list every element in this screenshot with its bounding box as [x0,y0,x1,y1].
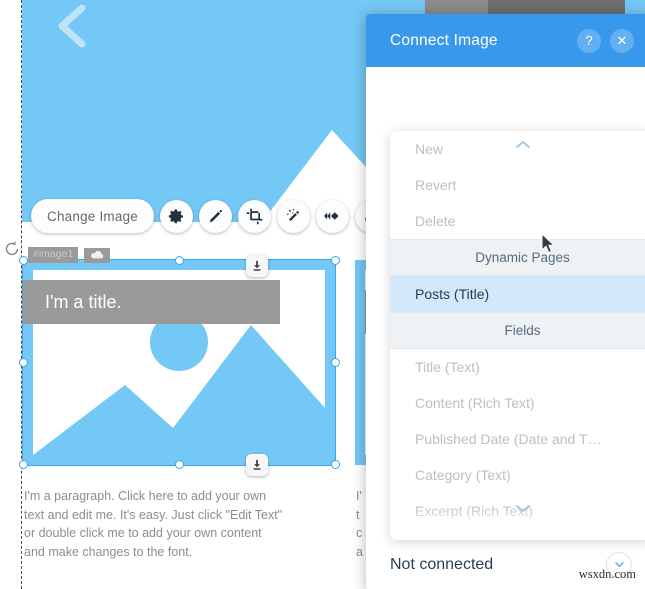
close-icon: ✕ [616,33,628,48]
animation-button[interactable] [315,199,349,233]
resize-handle-bc[interactable] [175,460,184,469]
dropdown-item-label: Content (Rich Text) [415,395,535,411]
dropdown-item-label: Posts (Title) [415,286,490,302]
dropdown-item-excerpt[interactable]: Excerpt (Rich Text) [390,493,645,529]
download-icon [253,459,261,470]
image-title-band[interactable]: I'm a title. [23,280,280,324]
dropdown-item-label: Revert [415,177,457,193]
dropdown-item-delete[interactable]: Delete [390,203,645,239]
mouse-cursor [541,233,556,254]
paragraph-line: I'm a paragraph. Click here to add your … [24,489,267,503]
dropdown-item-new[interactable]: New [390,131,645,167]
resize-handle-tr[interactable] [331,256,340,265]
download-badge-top[interactable] [246,255,268,277]
crop-button[interactable] [237,199,271,233]
connection-status-label: Not connected [390,555,494,573]
dropdown-item-content[interactable]: Content (Rich Text) [390,385,645,421]
dropdown-item-label: Title (Text) [415,359,480,375]
question-mark-icon: ? [585,33,593,48]
resize-handle-ml[interactable] [19,358,28,367]
dropdown-header-dynamic-pages: Dynamic Pages [390,239,645,276]
download-icon [253,260,261,271]
dialog-header: Connect Image ? ✕ [366,14,645,67]
settings-button[interactable] [159,199,193,233]
dropdown-item-label: Published Date (Date and T… [415,431,602,447]
dropdown-header-fields: Fields [390,312,645,349]
resize-handle-bl[interactable] [19,460,28,469]
paragraph-line: and make changes to the font. [24,544,193,559]
design-button[interactable] [198,199,232,233]
paragraph-line: or double click me to add your own conte… [24,526,262,540]
close-button[interactable]: ✕ [610,28,634,53]
component-tag-label: #image1 [28,247,79,263]
effects-button[interactable] [276,199,310,233]
resize-handle-br[interactable] [331,460,340,469]
dropdown-item-category[interactable]: Category (Text) [390,457,645,493]
paragraph-column-1[interactable]: I'm a paragraph. Click here to add your … [24,487,334,561]
component-tag[interactable]: #image1 [28,247,111,263]
resize-handle-tl[interactable] [19,256,28,265]
dropdown-item-label: Category (Text) [415,467,511,483]
paragraph-line: text and edit me. It's easy. Just click … [24,507,283,522]
page-boundary [21,0,22,589]
screenshot-root: Change Image #image1 I'm a title. I'm a … [0,0,645,589]
change-image-button[interactable]: Change Image [31,199,154,233]
resize-handle-mr[interactable] [331,358,340,367]
element-toolbar[interactable]: Change Image [31,198,388,234]
pencil-icon [209,209,222,222]
image-element-selected[interactable]: I'm a title. [22,259,336,466]
background-strip-light [425,0,488,14]
image-title-text: I'm a title. [45,291,122,312]
dropdown-item-label: Excerpt (Rich Text) [415,503,533,519]
dropdown-item-label: New [415,141,444,157]
chevron-left-icon[interactable] [48,2,92,50]
download-badge-bottom[interactable] [246,454,268,476]
connection-dropdown[interactable]: New Revert Delete Dynamic Pages Posts (T… [390,131,645,540]
cloud-icon [84,247,111,263]
crop-icon [246,208,263,224]
help-button[interactable]: ? [577,28,601,53]
magic-wand-icon [287,208,300,221]
connect-image-dialog[interactable]: Connect Image ? ✕ Not connected New Reve… [366,14,645,589]
rotate-icon[interactable] [2,239,22,259]
animation-icon [324,212,340,220]
resize-handle-tc[interactable] [175,256,184,265]
dialog-header-buttons: ? ✕ [577,28,645,53]
gear-icon [168,208,183,223]
dialog-title: Connect Image [390,31,498,49]
dialog-body: Not connected New Revert Delete Dynamic … [366,67,645,589]
dropdown-item-title[interactable]: Title (Text) [390,349,645,385]
change-image-label: Change Image [47,208,138,224]
dropdown-header-label: Fields [504,323,541,338]
dropdown-item-posts-title[interactable]: Posts (Title) [390,276,645,312]
dropdown-item-label: Delete [415,213,456,229]
dropdown-item-revert[interactable]: Revert [390,167,645,203]
watermark: wsxdn.com [578,567,636,581]
dropdown-item-published-date[interactable]: Published Date (Date and T… [390,421,645,457]
